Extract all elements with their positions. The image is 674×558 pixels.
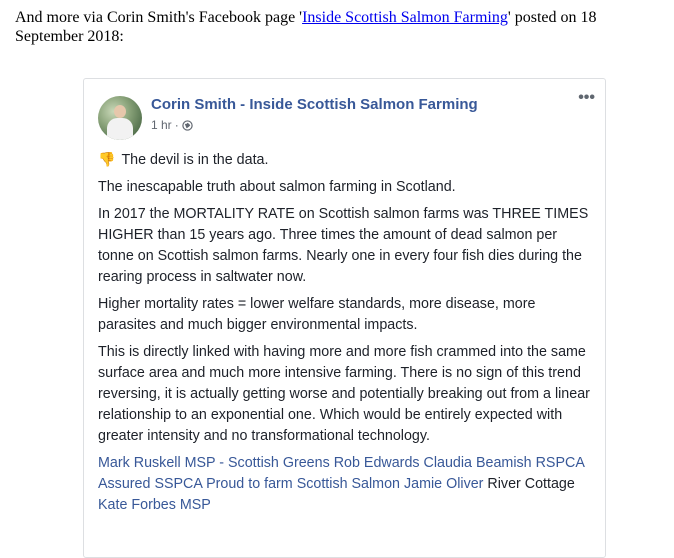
post-paragraph-1: 👎 The devil is in the data. [98,149,593,171]
post-content: 👎 The devil is in the data. The inescapab… [98,149,593,522]
tag-sspca[interactable]: SSPCA [154,476,202,492]
tag-river-cottage: River Cottage [487,476,575,492]
tag-jamie-oliver[interactable]: Jamie Oliver [404,476,483,492]
post-meta: 1 hr · [151,118,193,132]
tag-proud-to-farm[interactable]: Proud to farm Scottish Salmon [206,476,400,492]
tag-mark-ruskell[interactable]: Mark Ruskell MSP - Scottish Greens [98,455,330,471]
thumbs-down-icon: 👎 [98,151,116,167]
intro-text: And more via Corin Smith's Facebook page… [15,8,665,46]
paragraph-1-text: The devil is in the data. [121,152,269,168]
tag-rob-edwards[interactable]: Rob Edwards [334,455,420,471]
post-time[interactable]: 1 hr [151,118,172,132]
post-paragraph-5: This is directly linked with having more… [98,344,590,444]
post-paragraph-4: Higher mortality rates = lower welfare s… [98,296,536,333]
tag-claudia-beamish[interactable]: Claudia Beamish [424,455,532,471]
more-options-icon[interactable]: ••• [578,89,595,107]
post-tags: Mark Ruskell MSP - Scottish Greens Rob E… [98,453,593,516]
post-paragraph-2: The inescapable truth about salmon farmi… [98,179,456,195]
avatar-head [114,105,126,118]
avatar-body [107,118,133,140]
avatar[interactable] [98,96,142,140]
facebook-page-link[interactable]: Inside Scottish Salmon Farming [302,9,508,26]
post-paragraph-3: In 2017 the MORTALITY RATE on Scottish s… [98,206,589,285]
tag-kate-forbes[interactable]: Kate Forbes MSP [98,497,211,513]
meta-separator: · [174,118,179,132]
post-author[interactable]: Corin Smith - Inside Scottish Salmon Far… [151,96,478,113]
intro-before-link: And more via Corin Smith's Facebook page… [15,9,303,26]
globe-icon[interactable] [182,119,193,131]
facebook-post: Corin Smith - Inside Scottish Salmon Far… [83,78,606,558]
